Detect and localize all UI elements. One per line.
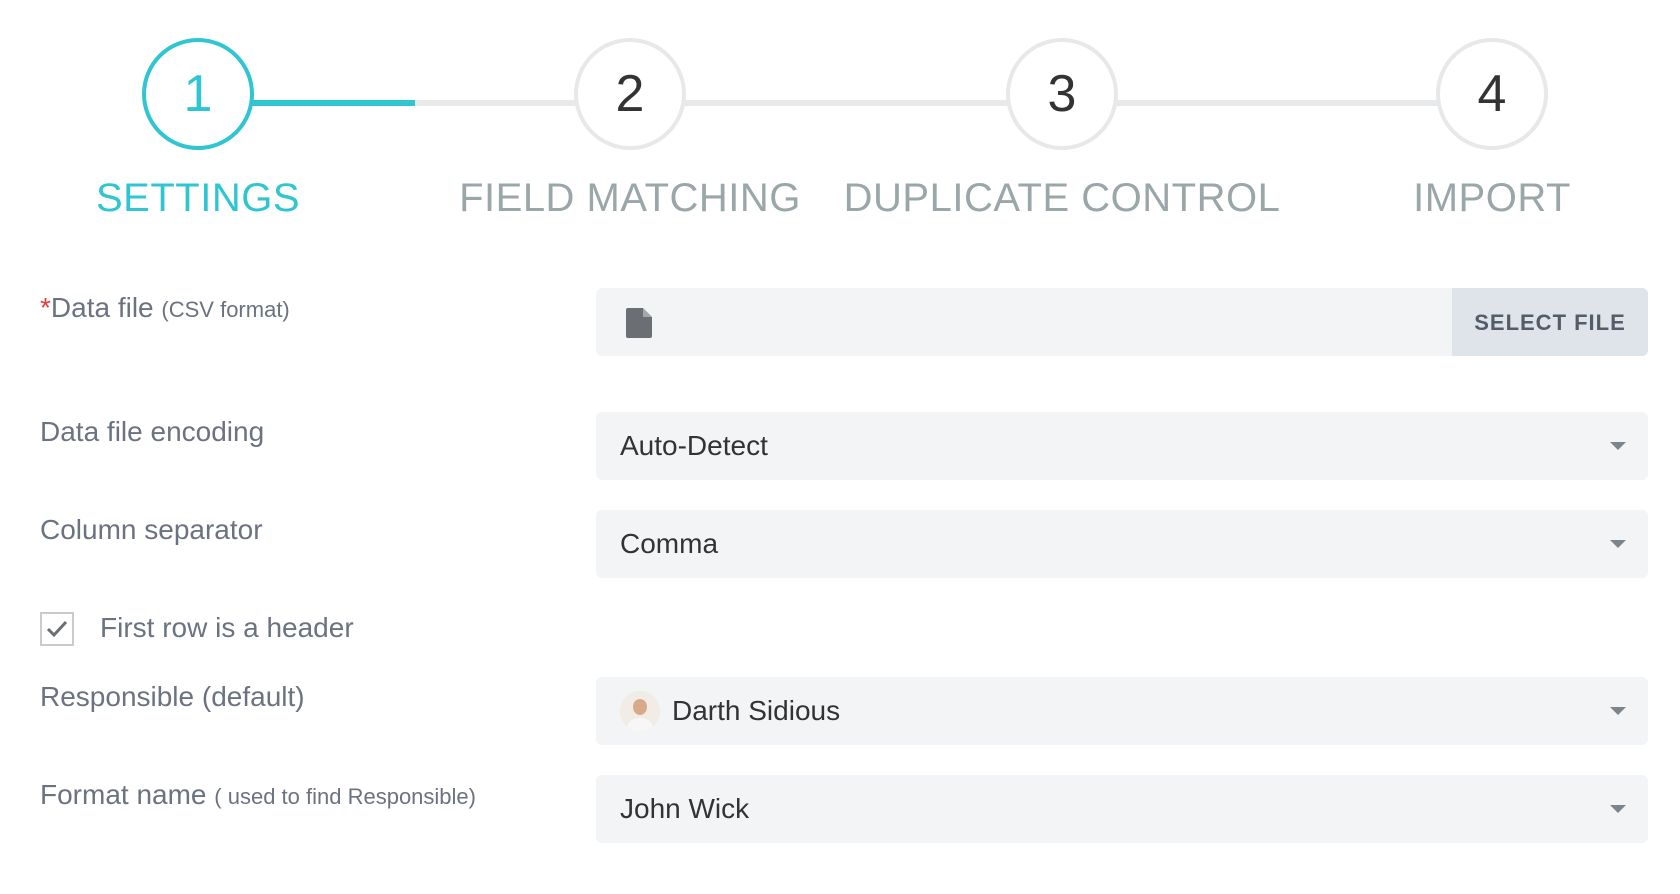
label-hint: (CSV format) bbox=[161, 297, 290, 322]
select-file-button[interactable]: SELECT FILE bbox=[1452, 288, 1648, 356]
data-file-label: *Data file (CSV format) bbox=[40, 292, 290, 324]
first-row-header-checkbox[interactable] bbox=[40, 612, 74, 646]
step-duplicate-control[interactable]: 3 DUPLICATE CONTROL bbox=[844, 38, 1280, 220]
step-label: IMPORT bbox=[1413, 176, 1571, 220]
format-name-select[interactable]: John Wick bbox=[596, 775, 1648, 843]
step-label: SETTINGS bbox=[95, 176, 301, 220]
file-icon bbox=[626, 308, 652, 343]
step-label: FIELD MATCHING bbox=[459, 176, 801, 220]
progress-track-completed bbox=[240, 100, 415, 106]
step-number: 2 bbox=[574, 38, 686, 150]
step-settings[interactable]: 1 SETTINGS bbox=[96, 38, 300, 220]
separator-value: Comma bbox=[620, 528, 719, 559]
label-hint: ( used to find Responsible) bbox=[214, 784, 476, 809]
responsible-value: Darth Sidious bbox=[672, 695, 841, 726]
data-file-field[interactable]: SELECT FILE bbox=[596, 288, 1648, 356]
step-number: 1 bbox=[142, 38, 254, 150]
chevron-down-icon bbox=[1610, 540, 1626, 548]
chevron-down-icon bbox=[1610, 805, 1626, 813]
chevron-down-icon bbox=[1610, 442, 1626, 450]
responsible-label: Responsible (default) bbox=[40, 681, 305, 712]
first-row-header-label[interactable]: First row is a header bbox=[100, 612, 354, 644]
import-stepper: 1 SETTINGS 2 FIELD MATCHING 3 DUPLICATE … bbox=[0, 0, 1680, 230]
step-label: DUPLICATE CONTROL bbox=[843, 176, 1281, 220]
responsible-select[interactable]: Darth Sidious bbox=[596, 677, 1648, 745]
label-text: Data file bbox=[50, 292, 154, 323]
format-name-label: Format name ( used to find Responsible) bbox=[40, 779, 476, 811]
encoding-label: Data file encoding bbox=[40, 416, 265, 447]
encoding-value: Auto-Detect bbox=[620, 430, 768, 461]
step-number: 3 bbox=[1006, 38, 1118, 150]
encoding-select[interactable]: Auto-Detect bbox=[596, 412, 1648, 480]
step-import[interactable]: 4 IMPORT bbox=[1413, 38, 1570, 220]
step-field-matching[interactable]: 2 FIELD MATCHING bbox=[459, 38, 800, 220]
separator-select[interactable]: Comma bbox=[596, 510, 1648, 578]
format-name-value: John Wick bbox=[620, 793, 750, 824]
separator-label: Column separator bbox=[40, 514, 263, 545]
required-mark: * bbox=[40, 292, 51, 323]
chevron-down-icon bbox=[1610, 707, 1626, 715]
step-number: 4 bbox=[1436, 38, 1548, 150]
checkmark-icon bbox=[46, 620, 68, 638]
avatar bbox=[620, 691, 660, 731]
label-text: Format name bbox=[40, 779, 207, 810]
